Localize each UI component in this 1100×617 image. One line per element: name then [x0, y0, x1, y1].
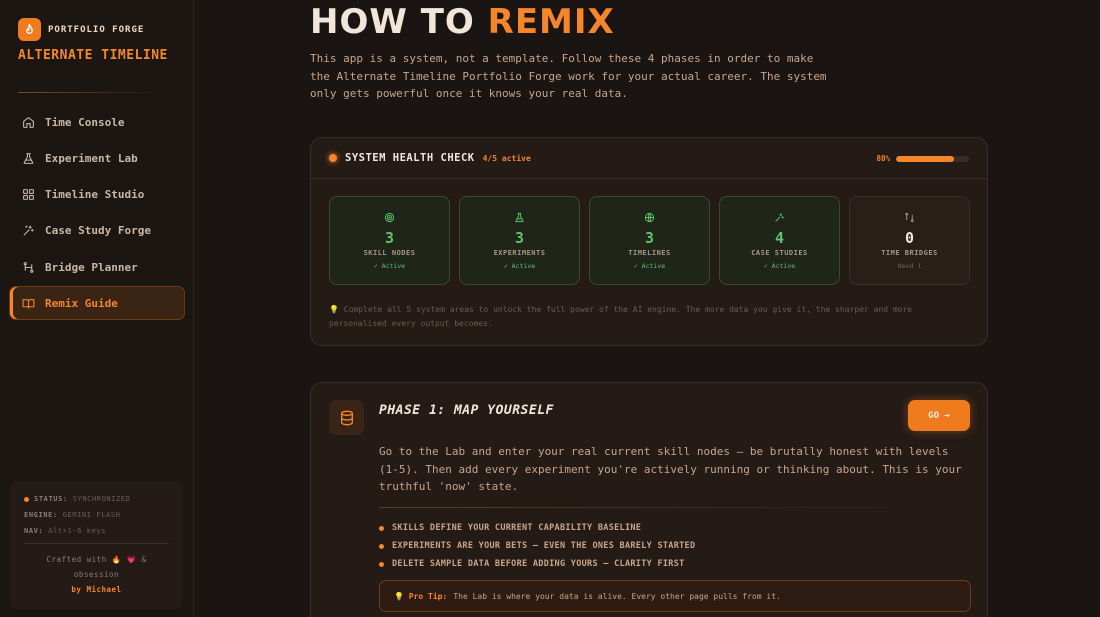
sparkle-icon	[775, 213, 784, 222]
grid-icon	[23, 189, 34, 201]
phase-bullets: SKILLS DEFINE YOUR CURRENT CAPABILITY BA…	[379, 519, 695, 573]
sidebar-item-experiment-lab[interactable]: Experiment Lab	[9, 141, 185, 175]
author-text: by Michael	[71, 585, 122, 594]
system-status-panel: STATUS: SYNCHRONIZED ENGINE: GEMINI FLAS…	[10, 481, 183, 609]
sidebar-item-label: Case Study Forge	[45, 224, 151, 238]
sidebar-item-label: Time Console	[45, 115, 125, 129]
page-title: HOW TO REMIX	[310, 2, 615, 42]
crafted-text: Crafted with 🔥 💗 & obsession	[46, 555, 147, 579]
card-status: ✓ Active	[763, 262, 796, 270]
status-dot	[24, 496, 29, 502]
status-key: STATUS:	[34, 495, 68, 503]
sidebar: PORTFOLIO FORGE ALTERNATE TIMELINE Time …	[0, 0, 194, 617]
health-card-time-bridges[interactable]: 0 TIME BRIDGES Need 1	[849, 196, 970, 285]
health-card-timelines[interactable]: 3 TIMELINES ✓ Active	[589, 196, 710, 285]
sidebar-item-remix-guide[interactable]: Remix Guide	[9, 286, 185, 321]
health-title: SYSTEM HEALTH CHECK	[345, 152, 475, 164]
flask-icon	[515, 212, 524, 223]
phase-card: PHASE 1: MAP YOURSELF GO → Go to the Lab…	[310, 382, 988, 617]
card-value: 0	[904, 229, 915, 247]
page-title-part: HOW TO	[310, 2, 475, 42]
card-label: EXPERIMENTS	[493, 249, 546, 257]
sidebar-item-time-console[interactable]: Time Console	[9, 105, 185, 139]
engine-key: ENGINE:	[24, 511, 58, 519]
brand: PORTFOLIO FORGE ALTERNATE TIMELINE	[18, 18, 168, 65]
brand-subtitle: PORTFOLIO FORGE	[48, 24, 145, 35]
health-card-skill-nodes[interactable]: 3 SKILL NODES ✓ Active	[329, 196, 450, 285]
list-item: DELETE SAMPLE DATA BEFORE ADDING YOURS —…	[379, 555, 695, 573]
progress-fill	[896, 155, 955, 162]
main-content: HOW TO REMIX This app is a system, not a…	[195, 0, 1100, 617]
engine-row: ENGINE: GEMINI FLASH	[24, 511, 169, 519]
card-value: 4	[774, 229, 785, 247]
sidebar-item-label: Remix Guide	[45, 296, 118, 310]
intro-text: This app is a system, not a template. Fo…	[310, 52, 827, 100]
card-value: 3	[514, 229, 525, 247]
credits: Crafted with 🔥 💗 & obsession by Michael	[24, 552, 169, 597]
divider	[379, 507, 939, 508]
flask-icon	[23, 152, 34, 164]
sidebar-item-timeline-studio[interactable]: Timeline Studio	[9, 178, 185, 212]
pro-tip-label: 💡 Pro Tip:	[394, 591, 448, 601]
bullet-text: EXPERIMENTS ARE YOUR BETS — EVEN THE ONE…	[392, 541, 696, 551]
bullet-dot-icon	[379, 543, 384, 549]
card-status: ✓ Active	[633, 262, 666, 270]
progress-label: 80%	[876, 154, 890, 163]
pro-tip-text: The Lab is where your data is alive. Eve…	[453, 591, 781, 601]
progress-track	[896, 155, 969, 162]
status-value: SYNCHRONIZED	[72, 495, 131, 503]
pro-tip: 💡 Pro Tip: The Lab is where your data is…	[379, 580, 971, 612]
card-label: TIME BRIDGES	[881, 249, 938, 257]
card-value: 3	[384, 229, 395, 247]
route-icon	[23, 261, 34, 273]
page-title-accent: REMIX	[487, 2, 615, 42]
go-button[interactable]: GO →	[908, 400, 970, 431]
health-note: 💡 Complete all 5 system areas to unlock …	[329, 305, 913, 328]
home-icon	[23, 116, 34, 128]
card-status: ✓ Active	[503, 262, 536, 270]
status-row: STATUS: SYNCHRONIZED	[24, 495, 169, 503]
bullet-dot-icon	[379, 561, 384, 567]
nav-hint-row: NAV: Alt+1-6 keys	[24, 527, 169, 535]
database-icon	[329, 400, 364, 435]
sidebar-item-label: Timeline Studio	[45, 188, 145, 202]
pulse-dot-icon	[329, 154, 337, 162]
card-label: CASE STUDIES	[751, 249, 808, 257]
bullet-dot-icon	[379, 525, 384, 531]
sidebar-nav: Time Console Experiment Lab Timeline Stu…	[9, 105, 185, 323]
sidebar-item-label: Bridge Planner	[45, 260, 138, 274]
list-item: SKILLS DEFINE YOUR CURRENT CAPABILITY BA…	[379, 519, 695, 537]
divider	[24, 543, 169, 544]
nav-key: NAV:	[24, 527, 44, 535]
card-label: SKILL NODES	[363, 249, 416, 257]
sidebar-item-bridge-planner[interactable]: Bridge Planner	[9, 250, 185, 284]
health-cards: 3 SKILL NODES ✓ Active 3 EXPERIMENTS ✓ A…	[329, 196, 970, 285]
system-health-panel: SYSTEM HEALTH CHECK 4/5 active 80% 3 SKI…	[310, 137, 988, 346]
flame-logo-icon	[18, 18, 41, 41]
globe-icon	[644, 212, 655, 223]
bullet-text: SKILLS DEFINE YOUR CURRENT CAPABILITY BA…	[392, 523, 642, 533]
card-status: Need 1	[897, 262, 922, 270]
phase-title: PHASE 1: MAP YOURSELF	[379, 403, 554, 418]
target-icon	[384, 212, 395, 223]
health-card-experiments[interactable]: 3 EXPERIMENTS ✓ Active	[459, 196, 580, 285]
sparkle-icon	[23, 226, 34, 236]
bullet-text: DELETE SAMPLE DATA BEFORE ADDING YOURS —…	[392, 559, 685, 569]
sidebar-item-label: Experiment Lab	[45, 151, 138, 165]
card-label: TIMELINES	[628, 249, 671, 257]
health-count: 4/5 active	[482, 153, 531, 163]
phase-description: Go to the Lab and enter your real curren…	[379, 445, 962, 493]
nav-value: Alt+1-6 keys	[48, 527, 107, 535]
sidebar-item-case-study-forge[interactable]: Case Study Forge	[9, 214, 185, 248]
route-icon	[905, 212, 914, 223]
engine-value: GEMINI FLASH	[62, 511, 121, 519]
health-progress: 80%	[876, 154, 969, 163]
card-value: 3	[644, 229, 655, 247]
brand-title: ALTERNATE TIMELINE	[18, 48, 168, 63]
book-icon	[22, 299, 35, 309]
list-item: EXPERIMENTS ARE YOUR BETS — EVEN THE ONE…	[379, 537, 695, 555]
divider	[18, 92, 160, 93]
health-card-case-studies[interactable]: 4 CASE STUDIES ✓ Active	[719, 196, 840, 285]
card-status: ✓ Active	[373, 262, 406, 270]
